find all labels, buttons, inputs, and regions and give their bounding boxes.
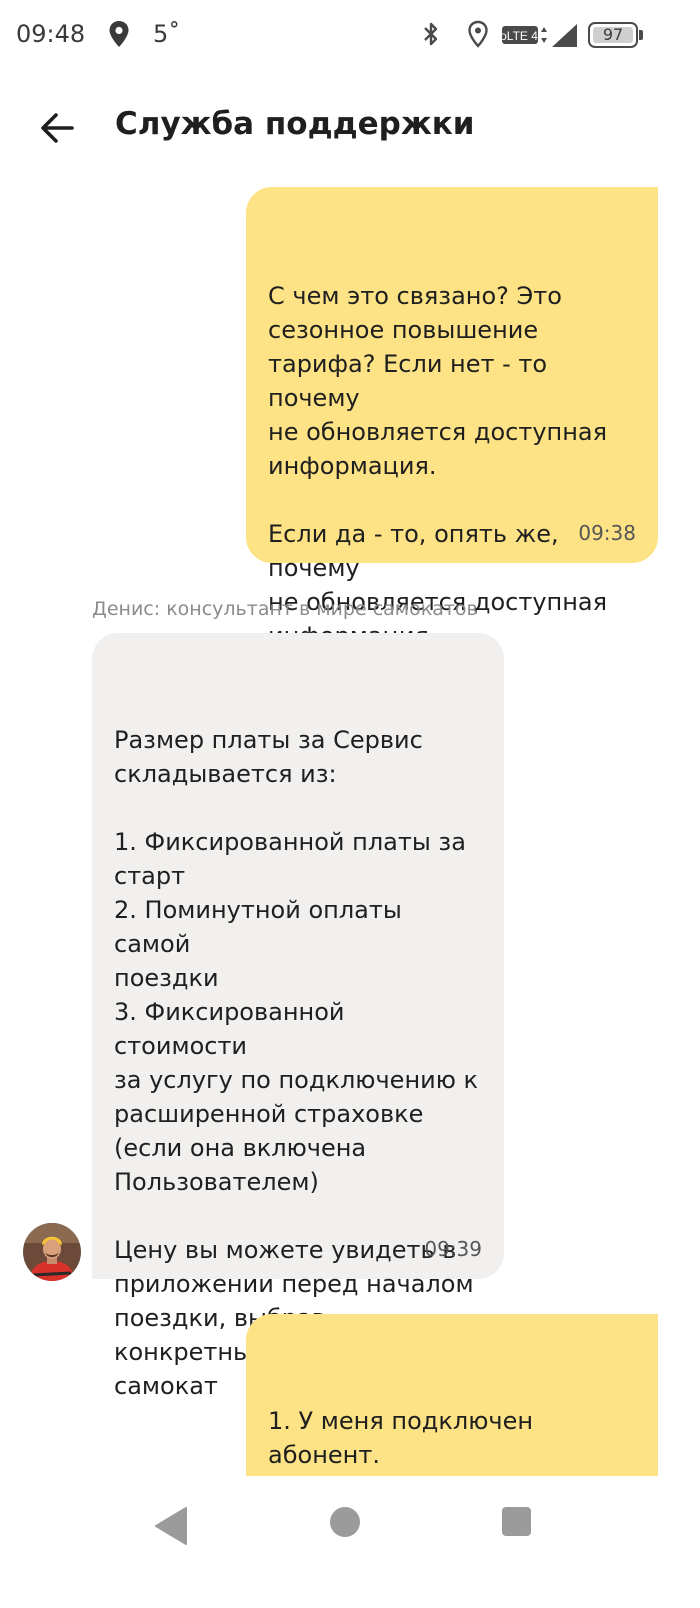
status-time: 09:48 bbox=[16, 20, 86, 48]
message-user: С чем это связано? Это сезонное повышени… bbox=[246, 187, 658, 650]
svg-text:VoLTE 4G: VoLTE 4G bbox=[502, 29, 547, 43]
battery-icon: 97 bbox=[588, 22, 643, 48]
bluetooth-icon bbox=[424, 22, 438, 46]
location-outline-icon bbox=[468, 20, 488, 48]
location-icon bbox=[109, 21, 129, 47]
message-text: С чем это связано? Это сезонное повышени… bbox=[268, 282, 608, 650]
volte-signal-icon: VoLTE 4G bbox=[502, 24, 577, 47]
battery-level: 97 bbox=[602, 25, 624, 44]
arrow-left-icon bbox=[41, 113, 74, 143]
nav-back-icon[interactable] bbox=[154, 1506, 188, 1546]
avatar-image bbox=[23, 1223, 81, 1281]
message-agent: Размер платы за Сервис складывается из: … bbox=[92, 633, 504, 1400]
agent-name-label: Денис: консультант в мире самокатов bbox=[92, 598, 478, 620]
message-time: 09:38 bbox=[578, 521, 636, 545]
app-header: Служба поддержки bbox=[0, 90, 700, 166]
nav-recents-icon[interactable] bbox=[502, 1507, 531, 1536]
nav-home-icon[interactable] bbox=[330, 1507, 360, 1537]
status-bar: 09:48 5˚ VoLTE 4G 97 bbox=[0, 0, 700, 70]
message-time: 09:39 bbox=[424, 1237, 482, 1261]
back-button[interactable] bbox=[34, 106, 82, 150]
message-text: Размер платы за Сервис складывается из: … bbox=[114, 726, 479, 1400]
agent-avatar[interactable] bbox=[23, 1223, 81, 1281]
status-temperature: 5˚ bbox=[153, 20, 181, 48]
page-title: Служба поддержки bbox=[115, 106, 475, 142]
system-nav-bar bbox=[0, 1476, 700, 1594]
